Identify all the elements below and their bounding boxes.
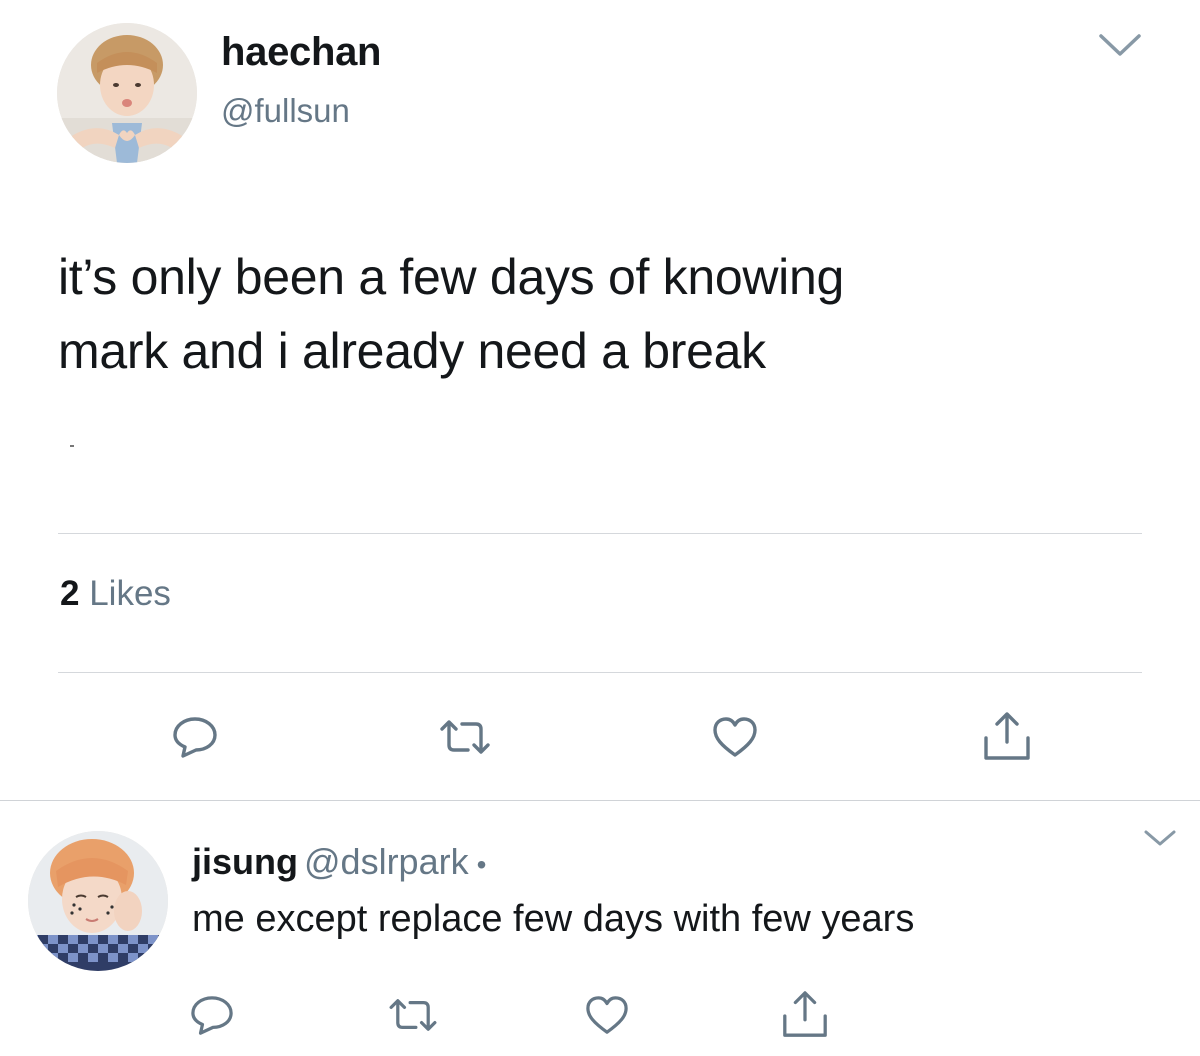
tweet-text-line: mark and i already need a break xyxy=(58,323,766,379)
reply-icon xyxy=(191,996,233,1035)
like-button[interactable] xyxy=(583,992,631,1038)
reply-button[interactable] xyxy=(188,992,236,1038)
reply-icon xyxy=(173,717,217,758)
likes-count: 2 xyxy=(60,574,80,613)
chevron-down-icon[interactable] xyxy=(1143,828,1177,848)
share-icon xyxy=(984,712,1030,760)
thread-divider xyxy=(0,800,1200,801)
retweet-button[interactable] xyxy=(386,992,440,1038)
avatar-image xyxy=(57,23,197,163)
haechan-avatar[interactable] xyxy=(57,23,197,163)
reply-display-name[interactable]: jisung xyxy=(192,841,298,882)
reply-header: jisung @dslrpark • xyxy=(192,841,486,883)
chevron-down-icon[interactable] xyxy=(1098,32,1142,58)
retweet-icon xyxy=(440,720,490,754)
retweet-icon xyxy=(389,999,437,1031)
divider xyxy=(58,672,1142,673)
share-button[interactable] xyxy=(779,988,831,1042)
reply-text: me except replace few days with few year… xyxy=(192,898,915,940)
avatar-image xyxy=(28,831,168,971)
separator-dot: • xyxy=(476,849,487,880)
tweet-text: it’s only been a few days of knowing mar… xyxy=(58,240,1158,388)
reply-button[interactable] xyxy=(170,712,220,762)
divider xyxy=(58,533,1142,534)
share-button[interactable] xyxy=(980,708,1034,766)
user-handle[interactable]: @fullsun xyxy=(221,92,350,130)
tweet-text-line: it’s only been a few days of knowing xyxy=(58,249,844,305)
retweet-button[interactable] xyxy=(437,712,493,762)
share-icon xyxy=(783,991,827,1037)
likes-count-row[interactable]: 2 Likes xyxy=(60,574,171,614)
like-icon xyxy=(713,717,757,757)
jisung-avatar[interactable] xyxy=(28,831,168,971)
stray-mark xyxy=(70,445,74,447)
main-tweet: haechan @fullsun it’s only been a few da… xyxy=(0,0,1200,800)
like-icon xyxy=(586,996,628,1034)
display-name[interactable]: haechan xyxy=(221,30,381,75)
reply-user-handle[interactable]: @dslrpark xyxy=(304,841,469,882)
like-button[interactable] xyxy=(710,712,760,762)
likes-label: Likes xyxy=(89,574,171,613)
